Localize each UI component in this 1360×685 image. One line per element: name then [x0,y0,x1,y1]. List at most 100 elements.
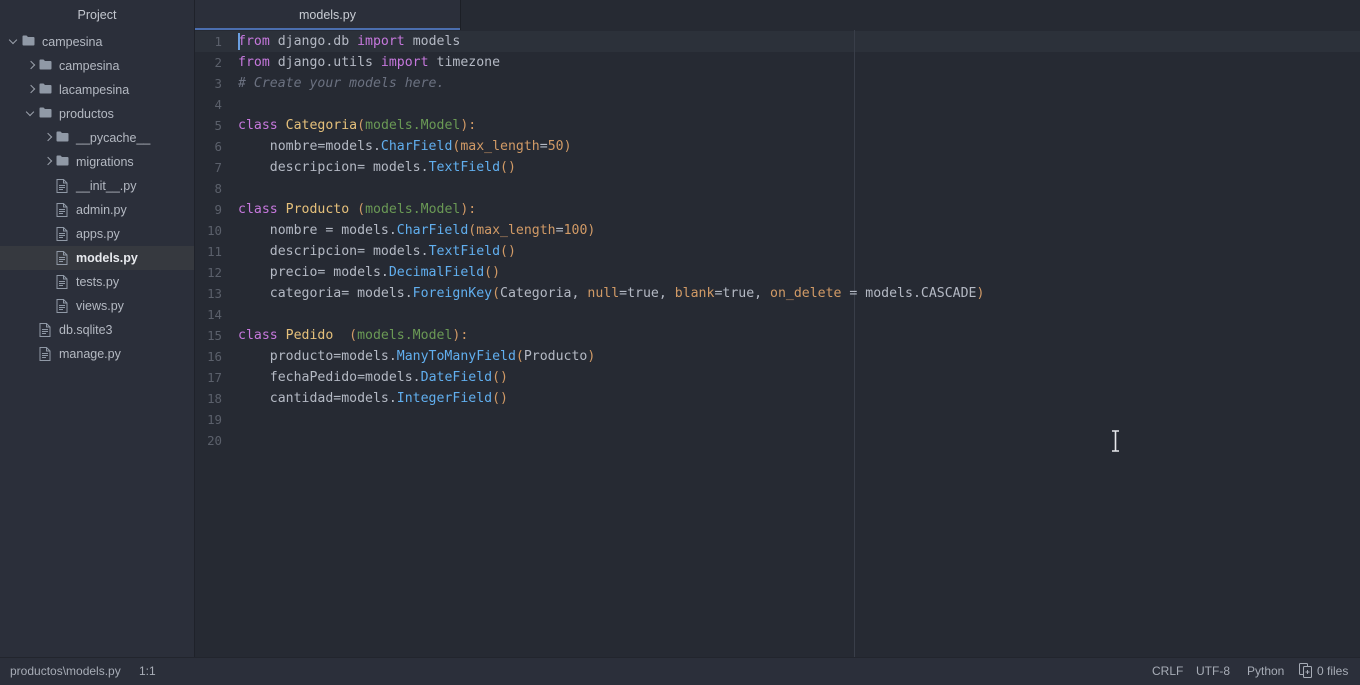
tree-toggle-spacer [25,342,38,366]
tab-bar-empty-area [460,0,1360,30]
tree-item-label: migrations [76,155,134,169]
tree-item-label: views.py [76,299,124,313]
status-caret-position[interactable]: 1:1 [139,658,156,685]
tree-item-init-py[interactable]: __init__.py [0,174,194,198]
tree-item-label: db.sqlite3 [59,323,113,337]
project-panel-title: Project [0,0,194,30]
code-line-text: nombre = models.CharField(max_length=100… [238,223,596,238]
code-line-text: from django.utils import timezone [238,55,501,70]
tree-item-campesina[interactable]: campesina [0,54,194,78]
line-number: 20 [207,433,222,448]
line-number: 2 [214,55,222,70]
file-icon [55,294,72,318]
line-number: 16 [207,349,222,364]
code-line-text: nombre=models.CharField(max_length=50) [238,139,572,154]
code-line-text: from django.db import models [238,34,461,49]
folder-icon [55,126,72,150]
tree-toggle-spacer [25,318,38,342]
code-line-text: precio= models.DecimalField() [238,265,501,280]
tree-item-lacampesina[interactable]: lacampesina [0,78,194,102]
line-number: 10 [207,223,222,238]
line-number: 1 [214,34,222,49]
code-editor[interactable]: 1 from django.db import models 2 from djang… [195,30,1360,657]
line-number: 7 [214,160,222,175]
text-caret [238,33,240,50]
code-line-text: descripcion= models.TextField() [238,160,516,175]
line-number: 12 [207,265,222,280]
chevron-down-icon[interactable] [25,102,38,126]
line-number: 14 [207,307,222,322]
chevron-right-icon[interactable] [25,78,38,102]
line-number: 11 [207,244,222,259]
tree-item-label: apps.py [76,227,120,241]
tree-item-label: __pycache__ [76,131,151,145]
file-icon [55,174,72,198]
tree-item-manage-py[interactable]: manage.py [0,342,194,366]
code-line-text: class Categoria(models.Model): [238,118,477,133]
project-sidebar: Project campesina campesina lacampesina pro… [0,0,195,657]
tree-item-apps-py[interactable]: apps.py [0,222,194,246]
line-number: 13 [207,286,222,301]
editor-tab-bar: models.py [195,0,1360,30]
file-icon [38,318,55,342]
tree-item-db-sqlite3[interactable]: db.sqlite3 [0,318,194,342]
tree-item-label: admin.py [76,203,127,217]
vcs-changes-icon[interactable] [1299,658,1313,685]
line-number: 15 [207,328,222,343]
chevron-right-icon[interactable] [42,150,55,174]
mouse-ibeam-cursor [1110,430,1121,452]
tree-item-campesina[interactable]: campesina [0,30,194,54]
status-line-separator[interactable]: CRLF [1152,658,1183,685]
file-icon [55,246,72,270]
line-number: 8 [214,181,222,196]
tree-item-label: tests.py [76,275,120,289]
tree-item-tests-py[interactable]: tests.py [0,270,194,294]
project-tree: campesina campesina lacampesina productos __… [0,30,194,366]
folder-icon [21,30,38,54]
tree-item-views-py[interactable]: views.py [0,294,194,318]
code-line-text: producto=models.ManyToManyField(Producto… [238,349,596,364]
status-language[interactable]: Python [1247,658,1284,685]
code-line-text: categoria= models.ForeignKey(Categoria, … [238,286,985,301]
line-number: 3 [214,76,222,91]
file-icon [38,342,55,366]
status-file-path: productos\models.py [10,664,121,678]
code-line-text: fechaPedido=models.DateField() [238,370,508,385]
code-line-text: class Producto (models.Model): [238,202,477,217]
ide-window: Project campesina campesina lacampesina pro… [0,0,1360,685]
tree-toggle-spacer [42,198,55,222]
tree-toggle-spacer [42,174,55,198]
status-encoding[interactable]: UTF-8 [1196,658,1230,685]
tree-item-label: __init__.py [76,179,137,193]
line-number: 9 [214,202,222,217]
status-vcs-changes[interactable]: 0 files [1317,658,1348,685]
line-number: 19 [207,412,222,427]
tree-toggle-spacer [42,246,55,270]
line-number: 18 [207,391,222,406]
tree-item-pycache[interactable]: __pycache__ [0,126,194,150]
chevron-down-icon[interactable] [8,30,21,54]
code-line-text: # Create your models here. [238,76,445,91]
code-line-text: cantidad=models.IntegerField() [238,391,508,406]
folder-icon [38,102,55,126]
tree-item-admin-py[interactable]: admin.py [0,198,194,222]
folder-icon [38,54,55,78]
chevron-right-icon[interactable] [25,54,38,78]
line-number: 4 [214,97,222,112]
code-line-text: descripcion= models.TextField() [238,244,516,259]
tree-item-label: campesina [59,59,120,73]
tree-item-label: manage.py [59,347,121,361]
tab-models-py[interactable]: models.py [195,0,460,30]
tree-item-models-py[interactable]: models.py [0,246,194,270]
chevron-right-icon[interactable] [42,126,55,150]
tree-item-productos[interactable]: productos [0,102,194,126]
status-bar: productos\models.py 1:1 CRLF UTF-8 Pytho… [0,657,1360,685]
right-margin-guide [854,30,855,657]
line-number: 5 [214,118,222,133]
tree-item-label: productos [59,107,114,121]
tree-item-label: lacampesina [59,83,130,97]
tree-item-migrations[interactable]: migrations [0,150,194,174]
tree-toggle-spacer [42,270,55,294]
file-icon [55,270,72,294]
line-number: 17 [207,370,222,385]
